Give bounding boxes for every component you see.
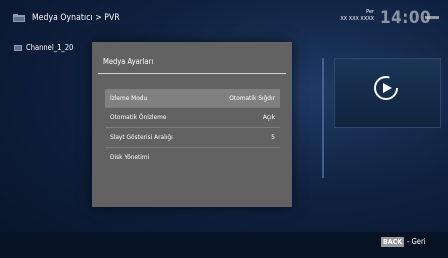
setting-label: İzleme Modu bbox=[110, 94, 148, 102]
setting-label: Otomatik Önizleme bbox=[110, 113, 167, 121]
file-icon bbox=[14, 45, 22, 51]
breadcrumb: Medya Oynatıcı > PVR bbox=[32, 13, 120, 23]
settings-list: İzleme Modu Otomatik Sığdır Otomatik Öni… bbox=[105, 89, 280, 167]
clock-accent bbox=[425, 16, 439, 19]
setting-value: 5 bbox=[271, 133, 275, 141]
list-item[interactable]: Channel_1_20 bbox=[14, 43, 74, 55]
setting-value: Açık bbox=[262, 113, 275, 121]
setting-row-viewing-mode[interactable]: İzleme Modu Otomatik Sığdır bbox=[105, 89, 280, 107]
folder-icon bbox=[13, 14, 25, 22]
day-label: Per bbox=[366, 9, 374, 15]
top-bar: Medya Oynatıcı > PVR Per XX XXX XXXX 14:… bbox=[0, 0, 448, 40]
dialog-title: Medya Ayarları bbox=[103, 57, 154, 66]
back-key-badge[interactable]: BACK bbox=[381, 237, 405, 247]
media-settings-dialog: Medya Ayarları İzleme Modu Otomatik Sığd… bbox=[92, 42, 292, 207]
clock: 14:00 bbox=[380, 8, 432, 28]
setting-value: Otomatik Sığdır bbox=[229, 94, 275, 102]
setting-label: Disk Yönetimi bbox=[110, 153, 150, 161]
setting-label: Slayt Gösterisi Aralığı bbox=[110, 133, 173, 141]
play-icon bbox=[374, 76, 398, 100]
date-label: XX XXX XXXX bbox=[340, 16, 374, 22]
scrollbar[interactable] bbox=[322, 58, 324, 178]
back-label: - Geri bbox=[407, 237, 426, 246]
list-item-label: Channel_1_20 bbox=[26, 43, 74, 52]
date-display: Per XX XXX XXXX bbox=[336, 9, 374, 23]
setting-row-auto-preview[interactable]: Otomatik Önizleme Açık bbox=[105, 107, 280, 127]
setting-row-disk-management[interactable]: Disk Yönetimi bbox=[105, 147, 280, 167]
setting-row-slideshow-interval[interactable]: Slayt Gösterisi Aralığı 5 bbox=[105, 127, 280, 147]
dialog-divider bbox=[98, 73, 286, 74]
preview-panel bbox=[334, 58, 441, 128]
